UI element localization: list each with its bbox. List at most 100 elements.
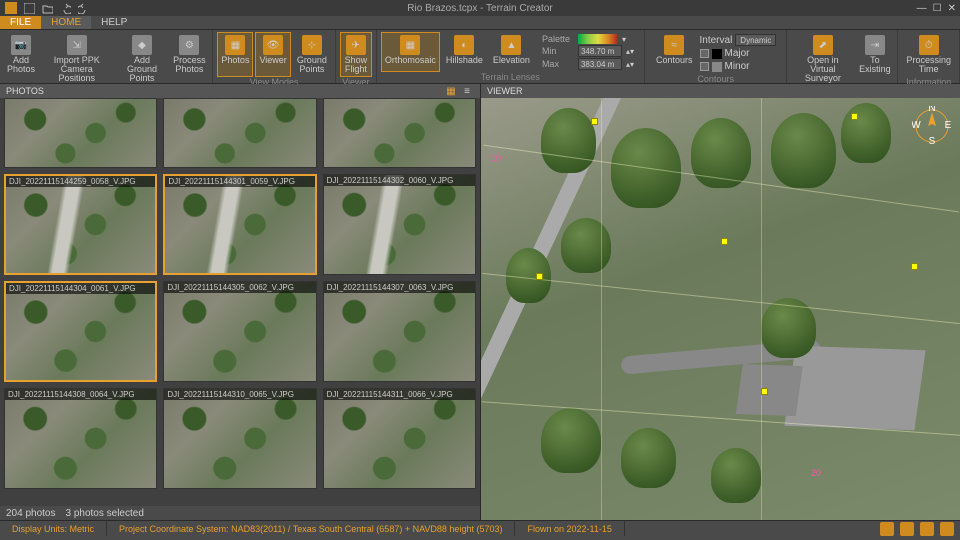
status-icon-1[interactable]: [880, 522, 894, 536]
elevation-button[interactable]: ▲Elevation: [489, 32, 534, 72]
survey-marker[interactable]: [591, 118, 598, 125]
view-photos-button[interactable]: ▦Photos: [217, 32, 253, 77]
minor-checkbox[interactable]: [700, 62, 709, 71]
add-photos-button[interactable]: 📷AddPhotos: [4, 32, 38, 86]
status-flown: Flown on 2022-11-15: [515, 521, 624, 536]
to-existing-icon: ⇥: [865, 35, 885, 55]
svg-text:W: W: [912, 120, 921, 131]
photo-filename: DJI_20221115144310_0065_V.JPG: [164, 389, 315, 400]
maximize-button[interactable]: ☐: [933, 3, 942, 14]
photo-thumb[interactable]: [323, 98, 476, 168]
orthomosaic-button[interactable]: ▦Orthomosaic: [381, 32, 440, 72]
contours-button[interactable]: ≈Contours: [655, 34, 694, 66]
survey-marker[interactable]: [721, 238, 728, 245]
photo-selected: 3 photos selected: [66, 508, 144, 519]
close-button[interactable]: ✕: [948, 3, 956, 14]
building: [784, 346, 925, 431]
max-label: Max: [542, 59, 574, 69]
major-label: Major: [725, 48, 750, 59]
list-view-button[interactable]: ≡: [460, 85, 474, 97]
photo-thumb[interactable]: DJI_20221115144308_0064_V.JPG: [4, 388, 157, 489]
status-crs[interactable]: Project Coordinate System: NAD83(2011) /…: [107, 521, 515, 536]
svg-text:E: E: [945, 120, 952, 131]
photo-thumb[interactable]: DJI_20221115144311_0066_V.JPG: [323, 388, 476, 489]
redo-icon[interactable]: [76, 1, 90, 15]
photo-filename: DJI_20221115144304_0061_V.JPG: [6, 283, 155, 294]
max-input[interactable]: 383.04 m: [578, 58, 622, 70]
photo-filename: DJI_20221115144311_0066_V.JPG: [324, 389, 475, 400]
survey-marker[interactable]: [851, 113, 858, 120]
show-flight-button[interactable]: ✈ShowFlight: [340, 32, 372, 77]
titlebar: Rio Brazos.tcpx - Terrain Creator — ☐ ✕: [0, 0, 960, 16]
compass[interactable]: NEWS: [912, 106, 952, 146]
clock-icon: ⏱: [919, 35, 939, 55]
tab-help[interactable]: HELP: [91, 16, 137, 29]
viewer-panel: VIEWER 20: [480, 84, 960, 520]
process-icon: ⚙: [179, 35, 199, 55]
viewer-panel-title: VIEWER: [487, 86, 523, 96]
photo-thumb[interactable]: DJI_20221115144307_0063_V.JPG: [323, 281, 476, 382]
ribbon: 📷AddPhotos ⇲Import PPKCamera Positions ◆…: [0, 30, 960, 84]
status-units[interactable]: Display Units: Metric: [0, 521, 107, 536]
palette-label: Palette: [542, 34, 574, 44]
import-icon: ⇲: [67, 35, 87, 55]
min-input[interactable]: 348.70 m: [578, 45, 622, 57]
hillshade-button[interactable]: ◐Hillshade: [442, 32, 487, 72]
photo-filename: DJI_20221115144307_0063_V.JPG: [324, 282, 475, 293]
view-viewer-button[interactable]: 👁Viewer: [255, 32, 290, 77]
survey-marker[interactable]: [911, 263, 918, 270]
menu-tabs: FILE HOME HELP: [0, 16, 960, 30]
open-icon[interactable]: [40, 1, 54, 15]
survey-marker[interactable]: [536, 273, 543, 280]
save-icon[interactable]: [22, 1, 36, 15]
minor-label: Minor: [725, 61, 750, 72]
contours-icon: ≈: [664, 35, 684, 55]
photo-filename: DJI_20221115144302_0060_V.JPG: [324, 175, 475, 186]
viewer-icon: 👁: [263, 35, 283, 55]
status-icon-2[interactable]: [900, 522, 914, 536]
open-vs-icon: ⬈: [813, 35, 833, 55]
photo-filename: DJI_20221115144305_0062_V.JPG: [164, 282, 315, 293]
photos-panel-title: PHOTOS: [6, 86, 44, 96]
photo-thumb[interactable]: [163, 98, 316, 168]
status-icon-4[interactable]: [940, 522, 954, 536]
photo-count: 204 photos: [6, 508, 56, 519]
photo-thumb[interactable]: DJI_20221115144259_0058_V.JPG: [4, 174, 157, 275]
viewer-3d[interactable]: 20 10 NEWS: [481, 98, 960, 520]
status-icon-3[interactable]: [920, 522, 934, 536]
photo-filename: DJI_20221115144308_0064_V.JPG: [5, 389, 156, 400]
elevation-icon: ▲: [501, 35, 521, 55]
open-vs-button[interactable]: ⬈Open in VirtualSurveyor: [791, 32, 854, 86]
interval-select[interactable]: Dynamic: [735, 34, 776, 46]
ground-points-icon: ◆: [132, 35, 152, 55]
photo-thumb[interactable]: DJI_20221115144301_0059_V.JPG: [163, 174, 316, 275]
tab-home[interactable]: HOME: [41, 16, 91, 29]
major-checkbox[interactable]: [700, 49, 709, 58]
process-photos-button[interactable]: ⚙ProcessPhotos: [170, 32, 208, 86]
photo-filename: DJI_20221115144301_0059_V.JPG: [165, 176, 314, 187]
svg-text:S: S: [929, 136, 936, 146]
undo-icon[interactable]: [58, 1, 72, 15]
photo-thumb[interactable]: DJI_20221115144302_0060_V.JPG: [323, 174, 476, 275]
minimize-button[interactable]: —: [917, 3, 927, 14]
to-existing-button[interactable]: ⇥ToExisting: [856, 32, 893, 86]
flight-icon: ✈: [346, 35, 366, 55]
import-ppk-button[interactable]: ⇲Import PPKCamera Positions: [40, 32, 114, 86]
statusbar: Display Units: Metric Project Coordinate…: [0, 520, 960, 536]
grid-view-button[interactable]: ▦: [444, 85, 458, 97]
photo-thumb[interactable]: DJI_20221115144305_0062_V.JPG: [163, 281, 316, 382]
points-icon: ⊹: [302, 35, 322, 55]
orthomosaic-icon: ▦: [400, 35, 420, 55]
add-ground-points-button[interactable]: ◆Add GroundPoints: [116, 32, 169, 86]
dimension-label: 20: [811, 468, 821, 478]
hillshade-icon: ◐: [454, 35, 474, 55]
processing-time-button[interactable]: ⏱ProcessingTime: [902, 32, 955, 77]
photo-thumb[interactable]: [4, 98, 157, 168]
photo-thumb[interactable]: DJI_20221115144310_0065_V.JPG: [163, 388, 316, 489]
photo-thumb[interactable]: DJI_20221115144304_0061_V.JPG: [4, 281, 157, 382]
survey-marker[interactable]: [761, 388, 768, 395]
tab-file[interactable]: FILE: [0, 16, 41, 29]
view-ground-points-button[interactable]: ⊹GroundPoints: [293, 32, 331, 77]
app-icon: [4, 1, 18, 15]
palette-gradient[interactable]: [578, 34, 618, 44]
